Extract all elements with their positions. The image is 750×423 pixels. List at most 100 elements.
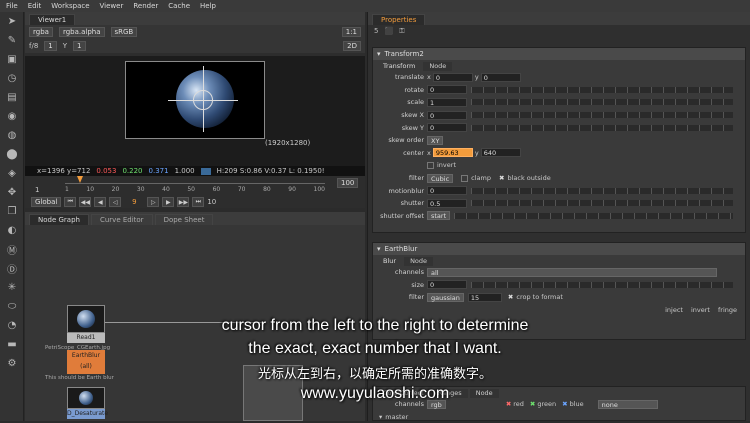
deep-icon[interactable]: Ⓓ (0, 259, 24, 278)
invert-checkbox[interactable] (427, 161, 434, 169)
skewx-label: skew X (401, 111, 424, 120)
tab-transform[interactable]: Transform (377, 62, 422, 71)
fringe-label[interactable]: fringe (718, 306, 737, 314)
blur-filter-dropdown[interactable]: gaussian (427, 292, 464, 302)
max-panels-icon[interactable]: 5 (374, 27, 378, 35)
center-x-field[interactable]: 959.63 (432, 148, 473, 158)
merge-icon[interactable]: ◈ (0, 164, 24, 183)
tab-curve-editor[interactable]: Curve Editor (90, 214, 153, 225)
step-back-icon[interactable]: ◁ (109, 197, 122, 207)
skewy-slider[interactable] (471, 124, 733, 131)
lock-icon[interactable]: ⚿ (399, 27, 404, 36)
gamma-field[interactable]: 1 (73, 41, 86, 51)
translate-label: translate (394, 73, 424, 82)
keyer-icon[interactable]: ⬤ (0, 145, 24, 164)
skewx-field[interactable]: 0 (427, 110, 467, 120)
rotate-slider[interactable] (471, 86, 733, 93)
inject-label[interactable]: inject (665, 306, 683, 314)
prev-key-icon[interactable]: ◀◀ (79, 197, 92, 207)
filter-icon[interactable]: ◍ (0, 126, 24, 145)
views-icon[interactable]: ◐ (0, 221, 24, 240)
black-outside-checkbox[interactable]: ✖ (499, 174, 504, 182)
metadata-icon[interactable]: Ⓜ (0, 240, 24, 259)
pin-icon[interactable]: ⬛ (384, 27, 393, 35)
tab-blur[interactable]: Blur (377, 257, 403, 266)
size-slider[interactable] (471, 281, 733, 288)
timeline-start[interactable]: 1 (35, 186, 39, 194)
size-field[interactable]: 0 (427, 280, 467, 290)
timeline[interactable]: 1 1 10 20 30 40 50 60 70 80 90 100 100 (25, 176, 365, 196)
transform-icon[interactable]: ✥ (0, 183, 24, 202)
skew-order-dropdown[interactable]: XY (427, 135, 444, 145)
channels-dropdown[interactable]: all (427, 267, 717, 277)
time-icon[interactable]: ◷ (0, 69, 24, 88)
channel-dropdown[interactable]: rgba.alpha (58, 27, 105, 37)
filter-dropdown[interactable]: Cubic (427, 173, 454, 183)
play-icon[interactable]: ▶ (162, 197, 175, 207)
image-icon[interactable]: ▣ (0, 50, 24, 69)
tab-node[interactable]: Node (423, 62, 453, 71)
fstop-label: f/8 (29, 42, 39, 50)
rotate-field[interactable]: 0 (427, 85, 467, 95)
playhead-marker[interactable] (77, 176, 83, 183)
shutter-offset-slider[interactable] (454, 212, 733, 219)
toolsets-icon[interactable]: ⬭ (0, 297, 24, 316)
viewer-canvas[interactable]: (1920x1280) (25, 56, 365, 166)
gain-field[interactable]: 1 (44, 41, 57, 51)
scale-field[interactable]: 1 (427, 97, 467, 107)
motionblur-slider[interactable] (471, 187, 733, 194)
quality-field[interactable]: 15 (467, 292, 502, 302)
translate-y-field[interactable]: 0 (480, 72, 521, 82)
skewy-field[interactable]: 0 (427, 123, 467, 133)
shutter-slider[interactable] (471, 200, 733, 207)
translate-x-field[interactable]: 0 (432, 72, 473, 82)
center-y-field[interactable]: 640 (480, 148, 521, 158)
shutter-offset-dropdown[interactable]: start (427, 211, 451, 221)
step-forward-icon[interactable]: ▷ (147, 197, 160, 207)
first-frame-icon[interactable]: ⏮ (64, 197, 77, 207)
menu-viewer[interactable]: Viewer (100, 2, 124, 10)
colorspace-dropdown[interactable]: sRGB (110, 27, 138, 37)
crop-checkbox[interactable]: ✖ (508, 293, 513, 301)
menu-help[interactable]: Help (200, 2, 216, 10)
tab-dope-sheet[interactable]: Dope Sheet (154, 214, 214, 225)
tab-node[interactable]: Node (404, 257, 434, 266)
timeline-end[interactable]: 100 (337, 178, 359, 188)
tab-node-graph[interactable]: Node Graph (29, 214, 89, 225)
clamp-checkbox[interactable] (461, 174, 469, 182)
master-toggle-icon[interactable]: ▾ (373, 413, 382, 421)
collapse-icon[interactable]: ▾ (377, 50, 381, 58)
scale-slider[interactable] (471, 99, 733, 106)
zoom-dropdown[interactable]: 1:1 (341, 27, 361, 37)
view-mode-dropdown[interactable]: 2D (343, 41, 361, 51)
next-key-icon[interactable]: ▶▶ (177, 197, 190, 207)
motionblur-field[interactable]: 0 (427, 186, 467, 196)
tab-viewer1[interactable]: Viewer1 (29, 14, 76, 25)
color-icon[interactable]: ◉ (0, 107, 24, 126)
graph-tabbar: Node Graph Curve Editor Dope Sheet (25, 212, 365, 225)
play-back-icon[interactable]: ◀ (94, 197, 107, 207)
coords-readout: x=1396 y=712 (37, 167, 91, 175)
shutter-field[interactable]: 0.5 (427, 198, 467, 208)
particles-icon[interactable]: ✳ (0, 278, 24, 297)
menu-render[interactable]: Render (133, 2, 158, 10)
current-frame[interactable]: 9 (124, 198, 144, 206)
transform-properties: ▾ Transform2 Transform Node translate x0… (372, 47, 746, 233)
pointer-icon[interactable]: ➤ (0, 12, 24, 31)
last-frame-icon[interactable]: ⏭ (192, 197, 205, 207)
menu-edit[interactable]: Edit (28, 2, 42, 10)
3d-icon[interactable]: ❒ (0, 202, 24, 221)
global-dropdown[interactable]: Global (31, 197, 62, 207)
skewx-slider[interactable] (471, 112, 733, 119)
mask-invert-label[interactable]: invert (691, 306, 710, 314)
paint-icon[interactable]: ✎ (0, 31, 24, 50)
menu-file[interactable]: File (6, 2, 18, 10)
increment-field[interactable]: 10 (207, 198, 216, 206)
tab-properties[interactable]: Properties (372, 14, 426, 25)
layer-dropdown[interactable]: rgba (29, 27, 53, 37)
menu-cache[interactable]: Cache (168, 2, 190, 10)
menu-workspace[interactable]: Workspace (51, 2, 89, 10)
collapse-icon[interactable]: ▾ (377, 245, 381, 253)
channel-icon[interactable]: ▤ (0, 88, 24, 107)
transform-center-handle[interactable] (193, 90, 213, 110)
